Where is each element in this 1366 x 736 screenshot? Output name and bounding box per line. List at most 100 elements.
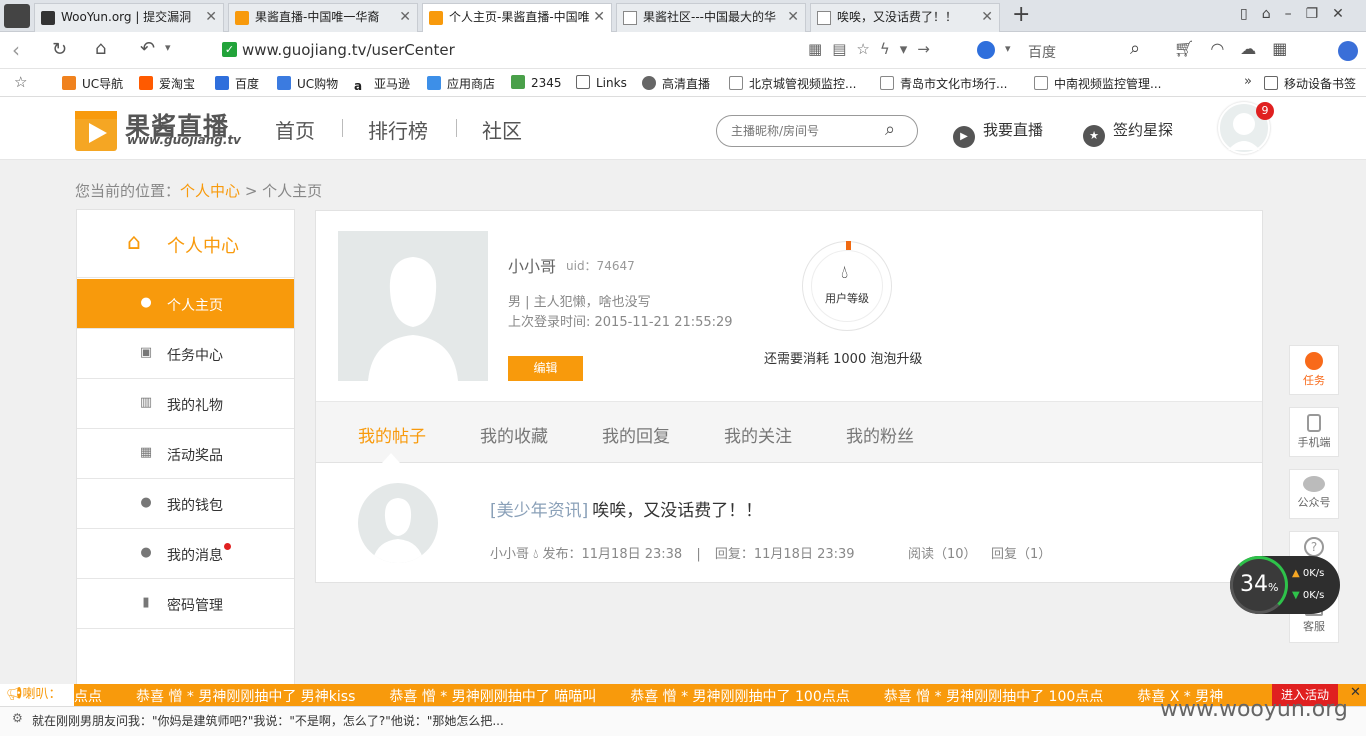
bookmark-star-icon[interactable]: ☆ xyxy=(14,73,27,91)
sidebar-item-gifts[interactable]: ▥ 我的礼物 xyxy=(77,379,294,429)
profile-avatar[interactable] xyxy=(338,231,488,381)
browser-tab[interactable]: 果酱社区---中国最大的华 ✕ xyxy=(616,3,806,32)
undo-icon[interactable]: ↶ xyxy=(140,38,155,59)
post-title[interactable]: 唉唉，又没话费了！！ xyxy=(592,501,762,521)
active-tab-pointer xyxy=(382,453,400,463)
close-tab-icon[interactable]: ✕ xyxy=(399,4,411,31)
qrcode-icon[interactable]: ▦ xyxy=(808,40,832,58)
browser-tab-active[interactable]: 个人主页-果酱直播-中国唯 ✕ xyxy=(422,3,612,32)
profile-panel: 小小哥 uid：74647 男 | 主人犯懒，啥也没写 上次登录时间: 2015… xyxy=(315,210,1263,583)
close-tab-icon[interactable]: ✕ xyxy=(205,4,217,31)
search-icon[interactable]: ⌕ xyxy=(885,119,895,140)
sidebar-title: 个人中心 xyxy=(167,236,239,257)
star-icon[interactable]: ☆ xyxy=(856,40,879,58)
tab-my-fans[interactable]: 我的粉丝 xyxy=(846,422,914,447)
tab-my-posts[interactable]: 我的帖子 xyxy=(358,422,426,447)
speed-widget[interactable]: 34% ▲ 0K/s ▼ 0K/s xyxy=(1230,556,1340,614)
site-logo[interactable]: 果酱直播 www.guojiang.tv xyxy=(75,109,245,151)
close-window-icon[interactable]: ✕ xyxy=(1332,6,1358,22)
float-mobile[interactable]: 手机端 xyxy=(1289,407,1339,457)
smile-icon xyxy=(1305,352,1323,370)
address-tools: ▦▤☆ϟ▾→ xyxy=(808,40,940,58)
home-icon[interactable]: ⌂ xyxy=(95,38,106,59)
uc-menu-icon[interactable] xyxy=(1338,41,1358,61)
float-tasks[interactable]: 任务 xyxy=(1289,345,1339,395)
tab-my-replies[interactable]: 我的回复 xyxy=(602,422,670,447)
close-ticker-icon[interactable]: ✕ xyxy=(1350,685,1361,700)
maximize-icon[interactable]: ❐ xyxy=(1306,6,1333,22)
cloud-icon[interactable]: ☁︎ xyxy=(1240,39,1272,58)
close-tab-icon[interactable]: ✕ xyxy=(593,4,605,31)
sidebar-toggle-icon[interactable]: ▯ xyxy=(1240,6,1262,22)
bookmark-item[interactable]: 青岛市文化市场行... xyxy=(880,75,1007,92)
skin-icon[interactable]: ⌂ xyxy=(1262,6,1285,22)
post-category[interactable]: [美少年资讯] xyxy=(490,501,588,521)
droplet-icon: 💧︎ xyxy=(841,262,849,283)
tab-my-favorites[interactable]: 我的收藏 xyxy=(480,422,548,447)
search-icon[interactable]: ⌕ xyxy=(1130,38,1140,59)
sidebar-item-homepage[interactable]: ● 个人主页 xyxy=(77,279,294,329)
bookmark-item[interactable]: 应用商店 xyxy=(427,75,495,92)
apps-grid-icon[interactable]: ▦ xyxy=(1272,39,1303,58)
edit-button[interactable]: 编辑 xyxy=(508,356,583,381)
nav-community[interactable]: 社区 xyxy=(482,115,522,144)
sidebar-item-prizes[interactable]: ▦ 活动奖品 xyxy=(77,429,294,479)
go-live-button[interactable]: ▶ 我要直播 xyxy=(953,119,1043,148)
bookmark-item[interactable]: 爱淘宝 xyxy=(139,75,195,92)
chevron-down-icon[interactable]: ▾ xyxy=(1005,42,1011,55)
post-author[interactable]: 小小哥 xyxy=(490,547,529,562)
status-text[interactable]: 就在刚刚男朋友问我："你妈是建筑师吧?"我说："不是啊，怎么了?"他说："那她怎… xyxy=(32,712,504,729)
sidebar-header[interactable]: ⌂ 个人中心 xyxy=(77,210,294,278)
chevron-down-icon[interactable]: ▾ xyxy=(900,40,918,58)
wifi-icon[interactable]: ◠ xyxy=(1210,39,1240,58)
baidu-paw-icon[interactable] xyxy=(977,41,995,59)
sidebar-item-tasks[interactable]: ▣ 任务中心 xyxy=(77,329,294,379)
nav-divider xyxy=(342,119,343,137)
scout-button[interactable]: ★ 签约星探 xyxy=(1083,119,1173,147)
bookmark-item[interactable]: UC导航 xyxy=(62,75,123,92)
close-tab-icon[interactable]: ✕ xyxy=(981,4,993,31)
bookmark-item[interactable]: 北京城管视频监控... xyxy=(729,75,856,92)
tab-my-following[interactable]: 我的关注 xyxy=(724,422,792,447)
lightning-icon[interactable]: ϟ xyxy=(880,40,900,58)
float-wechat[interactable]: 公众号 xyxy=(1289,469,1339,519)
bookmark-item[interactable]: a 亚马逊 xyxy=(354,75,410,94)
reader-icon[interactable]: ▤ xyxy=(832,40,856,58)
minimize-icon[interactable]: – xyxy=(1285,6,1306,22)
gear-icon[interactable]: ⚙ xyxy=(12,711,23,725)
sidebar-item-password[interactable]: ▮ 密码管理 xyxy=(77,579,294,629)
2345-icon xyxy=(511,75,525,89)
new-tab-icon[interactable]: + xyxy=(1012,2,1030,27)
post-title-line[interactable]: [美少年资讯] 唉唉，又没话费了！！ xyxy=(490,496,762,521)
uc-logo-icon[interactable] xyxy=(4,4,30,28)
sidebar-item-messages[interactable]: ● 我的消息 xyxy=(77,529,294,579)
close-tab-icon[interactable]: ✕ xyxy=(787,4,799,31)
browser-tab[interactable]: 果酱直播-中国唯一华裔 ✕ xyxy=(228,3,418,32)
browser-tab[interactable]: 唉唉，又没话费了！！ ✕ xyxy=(810,3,1000,32)
bookmark-item[interactable]: 百度 xyxy=(215,75,259,92)
nav-home[interactable]: 首页 xyxy=(275,115,315,144)
notification-badge[interactable]: 9 xyxy=(1256,102,1274,120)
back-icon[interactable]: ‹ xyxy=(12,38,20,62)
taobao-icon xyxy=(139,76,153,90)
url-field[interactable]: www.guojiang.tv/userCenter xyxy=(242,41,455,59)
forward-icon[interactable]: → xyxy=(917,40,940,58)
bookmark-item[interactable]: Links xyxy=(576,75,627,90)
bookmark-item[interactable]: 2345 xyxy=(511,75,562,90)
nav-ranking[interactable]: 排行榜 xyxy=(368,115,428,144)
browser-tab[interactable]: WooYun.org | 提交漏洞 ✕ xyxy=(34,3,224,32)
mobile-bookmarks[interactable]: 移动设备书签 xyxy=(1264,75,1356,92)
cart-icon[interactable]: 🛒︎ xyxy=(1174,39,1210,58)
window-controls: ▯⌂–❐✕ xyxy=(1240,6,1358,22)
bookmark-item[interactable]: 中南视频监控管理... xyxy=(1034,75,1161,92)
search-engine-label[interactable]: 百度 xyxy=(1028,42,1056,62)
breadcrumb-link[interactable]: 个人中心 xyxy=(180,182,240,200)
site-search-input[interactable] xyxy=(731,122,881,140)
bookmark-item[interactable]: 高清直播 xyxy=(642,75,710,92)
chevron-down-icon[interactable]: ▾ xyxy=(165,41,171,54)
post-author-avatar[interactable] xyxy=(358,483,438,563)
sidebar-item-wallet[interactable]: ● 我的钱包 xyxy=(77,479,294,529)
bookmark-item[interactable]: UC购物 xyxy=(277,75,338,92)
more-bookmarks-icon[interactable]: » xyxy=(1244,74,1252,89)
refresh-icon[interactable]: ↻ xyxy=(52,39,67,60)
